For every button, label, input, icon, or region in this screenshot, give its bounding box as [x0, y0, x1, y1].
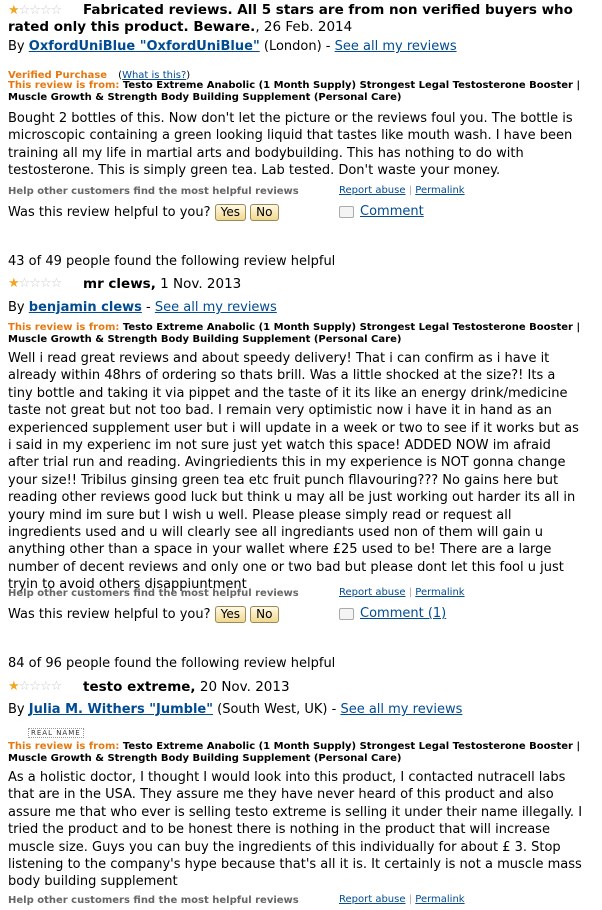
- review-body-line: As a holistic doctor, I thought I would …: [8, 770, 566, 785]
- review-from-label: This review is from:: [8, 80, 120, 91]
- product-line-1: This review is from: Testo Extreme Anabo…: [8, 741, 580, 752]
- review-body-line: tried the product and to be honest there…: [8, 822, 550, 838]
- review-body: Bought 2 bottles of this. Now don't let …: [8, 110, 594, 180]
- helpful-count: 43 of 49 people found the following revi…: [8, 254, 336, 269]
- report-permalink-row: Report abuse | Permalink: [339, 587, 465, 598]
- product-link[interactable]: Testo Extreme Anabolic (1 Month Supply) …: [123, 741, 580, 752]
- report-permalink-row: Report abuse | Permalink: [339, 185, 465, 196]
- review-body-line: body building supplement: [8, 874, 178, 890]
- review-date: 20 Nov. 2013: [195, 679, 290, 695]
- review-body-line: training all my life in martial arts and…: [8, 145, 524, 161]
- review-body-line: number of decent reviews and only one or…: [8, 559, 564, 575]
- review-from-label: This review is from:: [8, 322, 120, 333]
- review-body-line: assure me that who ever is selling testo…: [8, 804, 583, 820]
- yes-button[interactable]: Yes: [214, 606, 247, 623]
- review-body-line: muscle size. Guys you can buy the ingred…: [8, 839, 561, 855]
- review-body-line: taste not great but not too bad. I remai…: [8, 403, 552, 419]
- review-body-line: tiny bottle and taking it via pippet and…: [8, 385, 568, 401]
- speech-bubble-icon: [339, 607, 354, 620]
- review-body-line: i said in my experienc im not sure just …: [8, 438, 551, 454]
- author-link[interactable]: OxfordUniBlue "OxfordUniBlue": [29, 39, 260, 54]
- was-helpful-label: Was this review helpful to you?: [8, 607, 211, 622]
- no-button[interactable]: No: [250, 606, 279, 623]
- review-byline: By benjamin clews - See all my reviews: [8, 300, 277, 315]
- review-byline: By Julia M. Withers "Jumble" (South West…: [8, 702, 462, 717]
- product-line-2[interactable]: Muscle Growth & Strength Body Building S…: [8, 334, 401, 345]
- see-all-reviews-link[interactable]: See all my reviews: [340, 702, 462, 717]
- review-body-line: that are in the USA. They assure me they…: [8, 787, 554, 803]
- by-label: By: [8, 39, 25, 54]
- review-title-line2-row: rated only this product. Beware., 26 Feb…: [8, 19, 352, 35]
- speech-bubble-icon: [339, 205, 354, 218]
- report-abuse-link[interactable]: Report abuse: [339, 185, 406, 196]
- helpful-vote-row: Was this review helpful to you? Yes No: [8, 204, 279, 221]
- product-line-2[interactable]: Muscle Growth & Strength Body Building S…: [8, 92, 401, 103]
- yes-button[interactable]: Yes: [214, 204, 247, 221]
- help-text: Help other customers find the most helpf…: [8, 186, 299, 197]
- review-body-line: Well i read great reviews and about spee…: [8, 351, 550, 366]
- review-title[interactable]: testo extreme,: [83, 679, 196, 695]
- no-button[interactable]: No: [250, 204, 279, 221]
- product-link[interactable]: Testo Extreme Anabolic (1 Month Supply) …: [123, 80, 580, 91]
- review-body-line: ingredients used and u will clearly see …: [8, 525, 543, 541]
- author-link[interactable]: Julia M. Withers "Jumble": [29, 702, 213, 717]
- product-line-1: This review is from: Testo Extreme Anabo…: [8, 322, 580, 333]
- was-helpful-label: Was this review helpful to you?: [8, 205, 211, 220]
- review-body-line: already within 48hrs of ordering so that…: [8, 368, 556, 384]
- permalink-link[interactable]: Permalink: [415, 587, 464, 598]
- star-rating: ★☆☆☆☆: [8, 679, 62, 694]
- review-body-line: testosterone. This is simply green tea. …: [8, 163, 501, 179]
- review-title-row: mr clews, 1 Nov. 2013: [83, 276, 241, 292]
- review-title-row: testo extreme, 20 Nov. 2013: [83, 679, 290, 695]
- review-body-line: microscopic containing a green looking l…: [8, 128, 573, 144]
- help-text: Help other customers find the most helpf…: [8, 588, 299, 599]
- real-name-badge[interactable]: REAL NAME: [28, 728, 84, 738]
- star-rating: ★☆☆☆☆: [8, 276, 62, 291]
- review-body-line: reading other reviews good luck but thin…: [8, 490, 576, 506]
- review-date: , 26 Feb. 2014: [255, 19, 353, 35]
- comment-row: Comment (1): [339, 606, 446, 621]
- review-body-line: experienced supplement user but i will u…: [8, 420, 579, 436]
- helpful-vote-row: Was this review helpful to you? Yes No: [8, 606, 279, 623]
- review-body: Well i read great reviews and about spee…: [8, 350, 594, 594]
- author-link[interactable]: benjamin clews: [29, 300, 142, 315]
- review-title-line2[interactable]: rated only this product. Beware.: [8, 19, 255, 35]
- helpful-count: 84 of 96 people found the following revi…: [8, 656, 336, 671]
- review-title[interactable]: mr clews,: [83, 276, 156, 292]
- star-rating: ★☆☆☆☆: [8, 3, 62, 18]
- permalink-link[interactable]: Permalink: [415, 894, 464, 905]
- report-abuse-link[interactable]: Report abuse: [339, 894, 406, 905]
- see-all-reviews-link[interactable]: See all my reviews: [155, 300, 277, 315]
- comment-link[interactable]: Comment: [360, 204, 424, 219]
- product-line-2[interactable]: Muscle Growth & Strength Body Building S…: [8, 753, 401, 764]
- review-body-line: anything other than a space in your wall…: [8, 542, 552, 558]
- product-link[interactable]: Testo Extreme Anabolic (1 Month Supply) …: [123, 322, 580, 333]
- review-body-line: youry mind im sure but I wish u well. Pl…: [8, 507, 512, 523]
- review-byline: By OxfordUniBlue "OxfordUniBlue" (London…: [8, 39, 457, 54]
- author-location: -: [146, 300, 151, 315]
- by-label: By: [8, 702, 25, 717]
- review-body-line: your size!! Tribilus ginsing green tea e…: [8, 472, 559, 488]
- comment-link[interactable]: Comment (1): [360, 606, 446, 621]
- permalink-link[interactable]: Permalink: [415, 185, 464, 196]
- review-body-line: after trial run and reading. Avingriedie…: [8, 455, 566, 471]
- help-text: Help other customers find the most helpf…: [8, 895, 299, 906]
- review-from-label: This review is from:: [8, 741, 120, 752]
- product-line-1: This review is from: Testo Extreme Anabo…: [8, 80, 580, 91]
- review-body-line: listening to the company's hype because …: [8, 857, 582, 873]
- report-permalink-row: Report abuse | Permalink: [339, 894, 465, 905]
- see-all-reviews-link[interactable]: See all my reviews: [335, 39, 457, 54]
- by-label: By: [8, 300, 25, 315]
- author-location: (London) -: [263, 39, 331, 54]
- review-title-line1[interactable]: Fabricated reviews. All 5 stars are from…: [83, 2, 573, 18]
- comment-row: Comment: [339, 204, 424, 219]
- review-body-line: Bought 2 bottles of this. Now don't let …: [8, 111, 573, 126]
- report-abuse-link[interactable]: Report abuse: [339, 587, 406, 598]
- review-body: As a holistic doctor, I thought I would …: [8, 769, 594, 891]
- review-date: 1 Nov. 2013: [155, 276, 242, 292]
- author-location: (South West, UK) -: [217, 702, 337, 717]
- real-name-badge-row: REAL NAME: [28, 720, 84, 739]
